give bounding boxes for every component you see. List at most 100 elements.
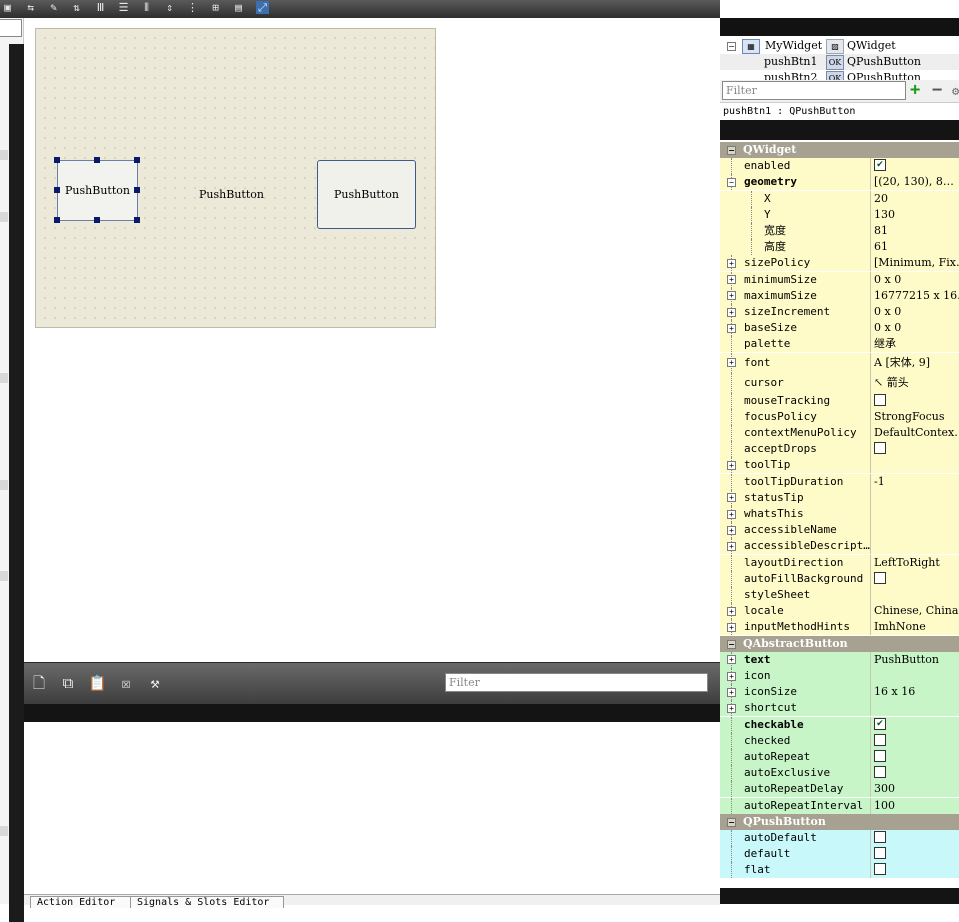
property-row[interactable]: autoRepeatInterval 100	[720, 797, 959, 814]
property-value-cell[interactable]	[870, 846, 959, 863]
property-value-cell[interactable]: 0 x 0	[870, 320, 959, 337]
expand-icon[interactable]: +	[727, 622, 736, 632]
property-row[interactable]: 高度 61	[720, 239, 959, 256]
form-canvas[interactable]: PushButton PushButton PushButton	[35, 28, 436, 328]
property-value-cell[interactable]	[870, 457, 959, 474]
edit-buddies-icon[interactable]: ✎	[47, 1, 60, 14]
expand-icon[interactable]: +	[727, 541, 736, 551]
selection-handle[interactable]	[94, 217, 100, 223]
property-row[interactable]: + baseSize 0 x 0	[720, 320, 959, 337]
layout-h-splitter-icon[interactable]: ⫴	[140, 1, 153, 14]
property-value-cell[interactable]	[870, 668, 959, 684]
property-value-cell[interactable]: 0 x 0	[870, 271, 959, 288]
push-button-3[interactable]: PushButton	[317, 160, 416, 229]
property-row[interactable]: + inputMethodHints ImhNone	[720, 619, 959, 636]
property-row[interactable]: flat	[720, 862, 959, 879]
object-row-mywidget[interactable]: − ▦ MyWidget ▨ QWidget	[720, 38, 959, 54]
checkbox-unchecked[interactable]	[874, 863, 886, 876]
layout-form-icon[interactable]: ⊞	[209, 1, 222, 14]
property-row[interactable]: + accessibleDescript…	[720, 538, 959, 555]
expand-icon[interactable]: +	[727, 258, 736, 268]
remove-property-icon[interactable]: −	[932, 81, 942, 99]
checkbox-unchecked[interactable]	[874, 847, 886, 860]
property-row[interactable]: + font A [宋体, 9]	[720, 352, 959, 373]
property-value-cell[interactable]: 16 x 16	[870, 684, 959, 701]
expand-icon[interactable]: +	[727, 509, 736, 519]
property-section-header[interactable]: − QPushButton	[720, 813, 959, 830]
checkbox-unchecked[interactable]	[874, 571, 886, 584]
expand-icon[interactable]: +	[727, 493, 736, 503]
property-value-cell[interactable]	[870, 522, 959, 539]
property-row[interactable]: − geometry [(20, 130), 8…	[720, 174, 959, 191]
delete-action-icon[interactable]: ☒	[117, 674, 135, 692]
selection-handle[interactable]	[54, 217, 60, 223]
collapse-icon[interactable]: −	[727, 817, 736, 827]
property-value-cell[interactable]	[870, 700, 959, 717]
expand-icon[interactable]: +	[727, 687, 736, 697]
property-value-cell[interactable]: LeftToRight	[870, 554, 959, 571]
collapse-icon[interactable]: −	[727, 146, 736, 155]
selection-handle[interactable]	[134, 157, 140, 163]
property-row[interactable]: + whatsThis	[720, 506, 959, 522]
property-row[interactable]: layoutDirection LeftToRight	[720, 554, 959, 571]
layout-horizontal-icon[interactable]: Ⅲ	[94, 1, 107, 14]
property-value-cell[interactable]: 16777215 x 16…	[870, 287, 959, 304]
property-value-cell[interactable]: ImhNone	[870, 619, 959, 636]
selection-handle[interactable]	[134, 187, 140, 193]
property-row[interactable]: + sizeIncrement 0 x 0	[720, 304, 959, 320]
property-row[interactable]: + text PushButton	[720, 651, 959, 668]
property-row[interactable]: default	[720, 846, 959, 863]
property-value-cell[interactable]: PushButton	[870, 651, 959, 668]
selection-handle[interactable]	[54, 157, 60, 163]
property-row[interactable]: autoFillBackground	[720, 570, 959, 587]
object-row-pushbtn1[interactable]: pushBtn1 OK QPushButton	[720, 54, 959, 70]
collapse-icon[interactable]: −	[727, 177, 736, 187]
push-button-1[interactable]: PushButton	[57, 160, 138, 221]
property-row[interactable]: cursor ↖ 箭头	[720, 372, 959, 393]
collapse-icon[interactable]: −	[727, 42, 736, 51]
tab-signals-slots-editor[interactable]: Signals & Slots Editor	[130, 896, 284, 908]
property-value-cell[interactable]: DefaultContex…	[870, 425, 959, 441]
property-filter-input[interactable]: Filter	[722, 81, 906, 100]
property-value-cell[interactable]	[870, 749, 959, 765]
configure-icon[interactable]: ⚙	[952, 83, 959, 99]
property-value-cell[interactable]	[870, 587, 959, 603]
property-row[interactable]: focusPolicy StrongFocus	[720, 408, 959, 425]
property-value-cell[interactable]	[870, 765, 959, 782]
property-row[interactable]: enabled ✔	[720, 158, 959, 175]
collapse-icon[interactable]: −	[727, 639, 736, 649]
property-row[interactable]: X 20	[720, 190, 959, 207]
selection-handle[interactable]	[54, 187, 60, 193]
checkbox-checked[interactable]: ✔	[874, 159, 886, 172]
property-value-cell[interactable]: 0 x 0	[870, 304, 959, 320]
property-value-cell[interactable]: ✔	[870, 716, 959, 733]
property-value-cell[interactable]	[870, 392, 959, 409]
property-row[interactable]: autoRepeatDelay 300	[720, 781, 959, 798]
property-value-cell[interactable]: [Minimum, Fix…	[870, 255, 959, 272]
property-row[interactable]: checkable ✔	[720, 716, 959, 733]
property-value-cell[interactable]: -1	[870, 473, 959, 490]
property-value-cell[interactable]	[870, 441, 959, 458]
checkbox-unchecked[interactable]	[874, 831, 886, 843]
expand-icon[interactable]: +	[727, 525, 736, 535]
expand-icon[interactable]: +	[727, 606, 736, 616]
checkbox-unchecked[interactable]	[874, 442, 886, 455]
property-row[interactable]: autoExclusive	[720, 765, 959, 782]
property-section-header[interactable]: − QAbstractButton	[720, 635, 959, 652]
selection-handle[interactable]	[94, 157, 100, 163]
checkbox-unchecked[interactable]	[874, 393, 886, 406]
property-value-cell[interactable]: 130	[870, 206, 959, 223]
edit-tab-order-icon[interactable]: ⇅	[70, 1, 83, 14]
property-row[interactable]: autoRepeat	[720, 749, 959, 765]
property-value-cell[interactable]: ↖ 箭头	[870, 372, 959, 393]
edit-signals-icon[interactable]: ⇆	[24, 1, 37, 14]
expand-icon[interactable]: +	[727, 671, 736, 681]
selection-handle[interactable]	[134, 217, 140, 223]
property-row[interactable]: + icon	[720, 668, 959, 684]
property-row[interactable]: + shortcut	[720, 700, 959, 717]
property-value-cell[interactable]: 81	[870, 223, 959, 239]
property-value-cell[interactable]: A [宋体, 9]	[870, 352, 959, 373]
property-row[interactable]: + minimumSize 0 x 0	[720, 271, 959, 288]
checkbox-unchecked[interactable]	[874, 750, 886, 762]
adjust-size-icon[interactable]: ⤢	[256, 1, 269, 14]
